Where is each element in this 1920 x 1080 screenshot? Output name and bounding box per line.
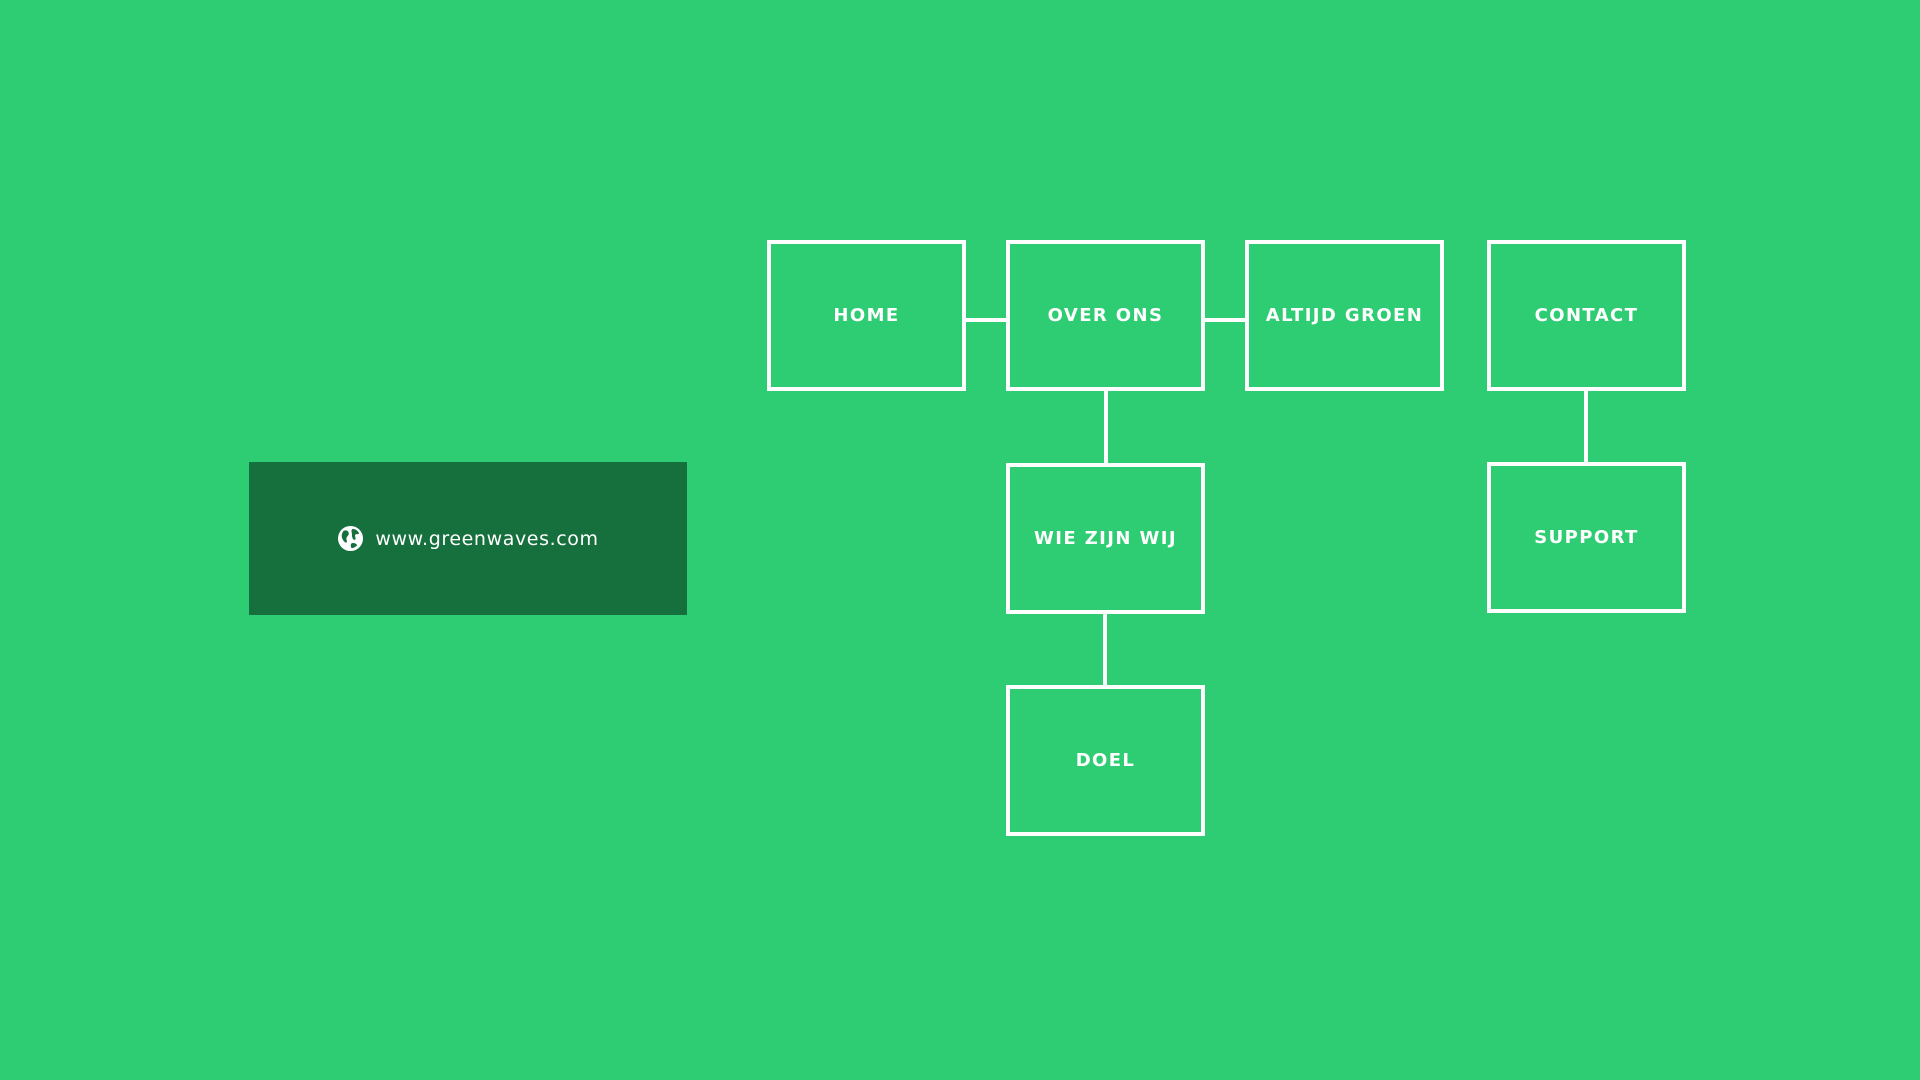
connector-over-ons-wie-zijn-wij xyxy=(1104,391,1108,464)
node-home-label: HOME xyxy=(833,305,900,326)
node-wie-zijn-wij[interactable]: WIE ZIJN WIJ xyxy=(1006,463,1205,614)
node-altijd-groen-label: ALTIJD GROEN xyxy=(1265,305,1424,326)
connector-contact-support xyxy=(1584,391,1588,464)
sitemap-canvas: www.greenwaves.com HOME OVER ONS ALTIJD … xyxy=(0,0,1920,1080)
url-content: www.greenwaves.com xyxy=(337,525,598,552)
connector-home-over-ons xyxy=(966,318,1006,322)
node-over-ons-label: OVER ONS xyxy=(1047,305,1164,326)
node-altijd-groen[interactable]: ALTIJD GROEN xyxy=(1245,240,1444,391)
website-url-banner[interactable]: www.greenwaves.com xyxy=(249,462,687,615)
node-contact[interactable]: CONTACT xyxy=(1487,240,1686,391)
node-over-ons[interactable]: OVER ONS xyxy=(1006,240,1205,391)
connector-over-ons-altijd-groen xyxy=(1205,318,1245,322)
node-support-label: SUPPORT xyxy=(1534,527,1639,548)
node-doel-label: DOEL xyxy=(1075,750,1136,771)
node-home[interactable]: HOME xyxy=(767,240,966,391)
node-wie-zijn-wij-label: WIE ZIJN WIJ xyxy=(1034,528,1177,549)
website-url-text: www.greenwaves.com xyxy=(375,527,599,550)
node-contact-label: CONTACT xyxy=(1534,305,1639,326)
node-doel[interactable]: DOEL xyxy=(1006,685,1205,836)
node-support[interactable]: SUPPORT xyxy=(1487,462,1686,613)
connector-wie-zijn-wij-doel xyxy=(1103,613,1107,686)
globe-icon xyxy=(338,525,364,552)
